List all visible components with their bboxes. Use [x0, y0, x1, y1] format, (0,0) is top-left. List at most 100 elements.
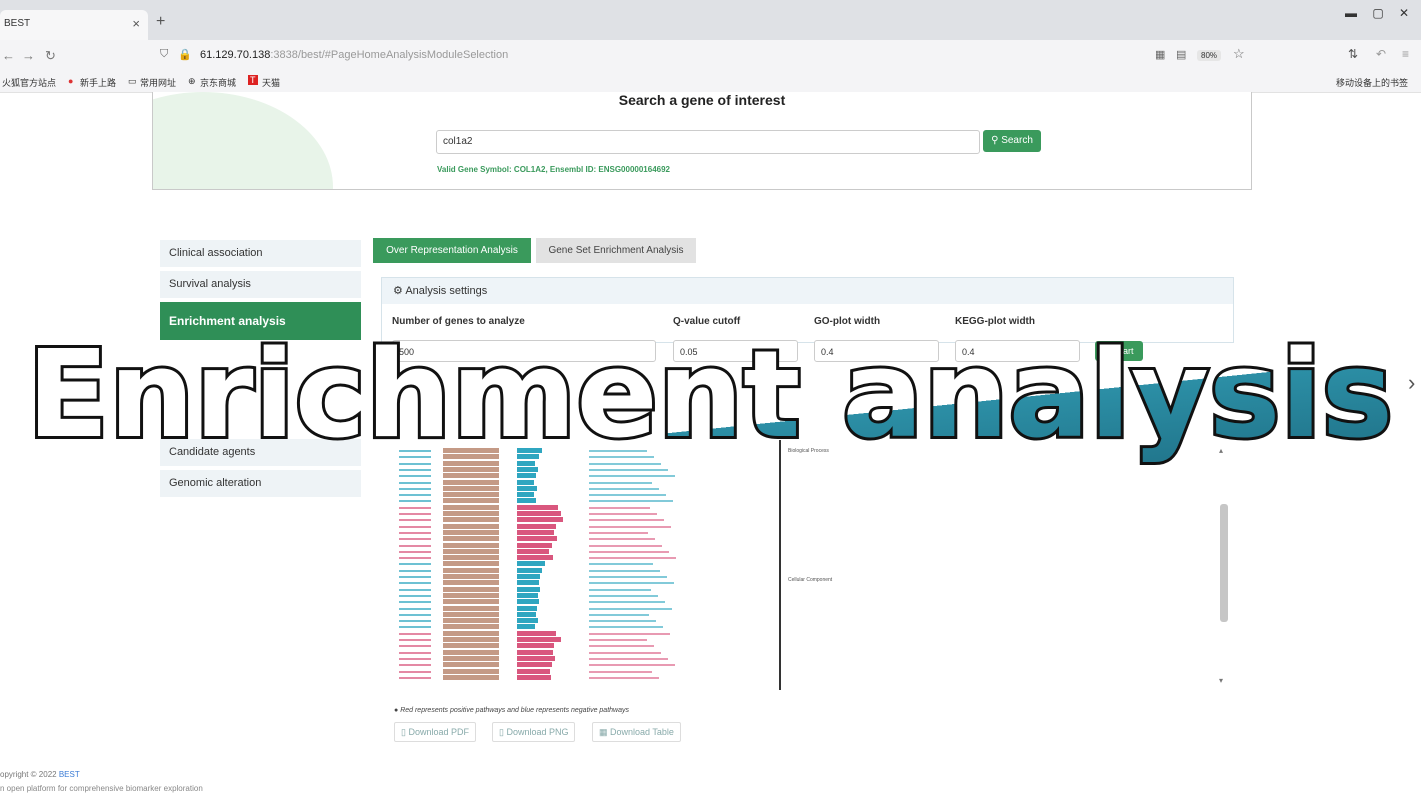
plot-row-enrichment-bar — [517, 536, 558, 542]
plot-row-enrichment-bar — [517, 567, 543, 573]
qr-icon[interactable]: ▦ — [1155, 48, 1165, 61]
plot-row-enrichment-bar — [517, 649, 553, 655]
plot-row-id — [399, 544, 431, 547]
plot-row-id — [399, 676, 431, 679]
download-pdf-button[interactable]: ▯ Download PDF — [394, 722, 476, 742]
forward-icon[interactable]: → — [22, 48, 35, 63]
plot-row-count-bar — [443, 586, 499, 592]
plot-row-enrichment-bar — [517, 479, 535, 485]
plot-row-term — [589, 506, 650, 509]
plot-row-id — [399, 651, 431, 654]
footer-brand-link[interactable]: BEST — [59, 770, 80, 779]
gene-search-panel: Search a gene of interest col1a2 ⚲ Searc… — [152, 92, 1252, 190]
plot-scrollbar[interactable]: ▴ ▾ — [1218, 446, 1230, 688]
plot-row-term — [589, 651, 661, 654]
download-table-button[interactable]: ▦ Download Table — [592, 722, 681, 742]
bookmark-item[interactable]: 常用网址 — [140, 76, 176, 89]
search-title: Search a gene of interest — [618, 92, 786, 108]
folder-icon: ▭ — [128, 76, 137, 86]
sidebar-item-clinical-association[interactable]: Clinical association — [160, 240, 361, 267]
plot-row-enrichment-bar — [517, 618, 539, 624]
bookmark-item[interactable]: 新手上路 — [80, 76, 116, 89]
bookmark-item[interactable]: 天猫 — [262, 76, 280, 89]
plot-row-count-bar — [443, 529, 499, 535]
plot-row-count-bar — [443, 548, 499, 554]
browser-title-bar — [0, 0, 1421, 40]
plot-row-term — [589, 538, 655, 541]
plot-row-term — [589, 513, 657, 515]
plot-row-id — [399, 494, 431, 497]
next-arrow-icon[interactable]: › — [1408, 370, 1415, 396]
plot-row-term — [589, 544, 662, 547]
address-bar[interactable]: ⛉ 🔒 61.129.70.138:3838/best/#PageHomeAna… — [150, 45, 1255, 67]
zoom-level[interactable]: 80% — [1197, 50, 1222, 61]
plot-row-term — [589, 557, 676, 560]
scrollbar-thumb[interactable] — [1220, 504, 1228, 622]
reload-icon[interactable]: ↻ — [45, 48, 56, 64]
plot-row-count-bar — [443, 592, 499, 598]
plot-row-id — [399, 626, 431, 629]
bookmark-item[interactable]: 京东商城 — [200, 76, 236, 89]
plot-row-term — [589, 588, 651, 591]
star-icon[interactable]: ☆ — [1233, 46, 1245, 62]
footer-tagline: n open platform for comprehensive biomar… — [0, 784, 203, 793]
download-png-button[interactable]: ▯ Download PNG — [492, 722, 576, 742]
sidebar-item-genomic-alteration[interactable]: Genomic alteration — [160, 470, 361, 497]
plot-row-id — [399, 645, 431, 648]
close-tab-icon[interactable]: × — [132, 16, 140, 31]
plot-row-enrichment-bar — [517, 599, 539, 605]
back-icon[interactable]: ← — [2, 48, 15, 63]
plot-row-term — [589, 594, 658, 597]
plot-row-id — [399, 582, 431, 585]
plot-row-id — [399, 576, 431, 578]
plot-row-term — [589, 676, 659, 679]
plot-row-term — [589, 494, 666, 497]
plot-legend-note: ● Red represents positive pathways and b… — [394, 707, 629, 714]
tab-over-representation[interactable]: Over Representation Analysis — [373, 238, 531, 263]
tab-gsea[interactable]: Gene Set Enrichment Analysis — [536, 238, 696, 263]
extension-icon[interactable]: ⇅ — [1348, 47, 1358, 61]
browser-tab[interactable]: BEST × — [0, 10, 148, 40]
bookmark-item[interactable]: 火狐官方站点 — [2, 76, 56, 89]
plot-row-id — [399, 664, 431, 667]
mobile-bookmarks[interactable]: 移动设备上的书签 — [1336, 76, 1408, 89]
search-button[interactable]: ⚲ Search — [983, 130, 1041, 152]
footer-copyright: opyright © 2022 BEST — [0, 770, 80, 779]
plot-row-enrichment-bar — [517, 561, 545, 567]
plot-row-id — [399, 620, 431, 623]
plot-row-count-bar — [443, 473, 499, 479]
gene-search-input[interactable]: col1a2 — [436, 130, 980, 154]
plot-row-enrichment-bar — [517, 574, 540, 579]
plot-row-count-bar — [443, 498, 499, 504]
plot-row-enrichment-bar — [517, 643, 554, 649]
menu-icon[interactable]: ≡ — [1402, 47, 1409, 61]
plot-row-count-bar — [443, 611, 499, 617]
undo-icon[interactable]: ↶ — [1376, 47, 1386, 61]
plot-row-id — [399, 519, 431, 522]
new-tab-icon[interactable]: + — [156, 13, 165, 31]
settings-header: ⚙ Analysis settings — [382, 278, 1233, 304]
plot-row-id — [399, 601, 431, 604]
plot-row-count-bar — [443, 580, 499, 586]
plot-row-term — [589, 657, 668, 660]
plot-row-id — [399, 550, 431, 553]
globe-icon: ⊕ — [188, 76, 196, 86]
plot-row-term — [589, 601, 665, 604]
plot-row-enrichment-bar — [517, 473, 537, 479]
enrichment-plot: Biological Process Cellular Component — [395, 440, 1230, 692]
sidebar-item-survival-analysis[interactable]: Survival analysis — [160, 271, 361, 298]
plot-row-enrichment-bar — [517, 668, 551, 674]
plot-row-id — [399, 657, 431, 660]
scroll-down-icon[interactable]: ▾ — [1219, 676, 1223, 685]
plot-row-count-bar — [443, 555, 499, 561]
plot-row-count-bar — [443, 542, 499, 548]
plot-row-enrichment-bar — [517, 548, 550, 554]
plot-row-enrichment-bar — [517, 592, 538, 598]
plot-row-count-bar — [443, 605, 499, 611]
plot-row-term — [589, 550, 669, 553]
window-controls[interactable]: ▬ ▢ ✕ — [1345, 6, 1415, 20]
plot-row-count-bar — [443, 655, 499, 661]
plot-row-id — [399, 607, 431, 610]
plot-row-id — [399, 639, 431, 641]
reader-icon[interactable]: ▤ — [1176, 48, 1186, 61]
